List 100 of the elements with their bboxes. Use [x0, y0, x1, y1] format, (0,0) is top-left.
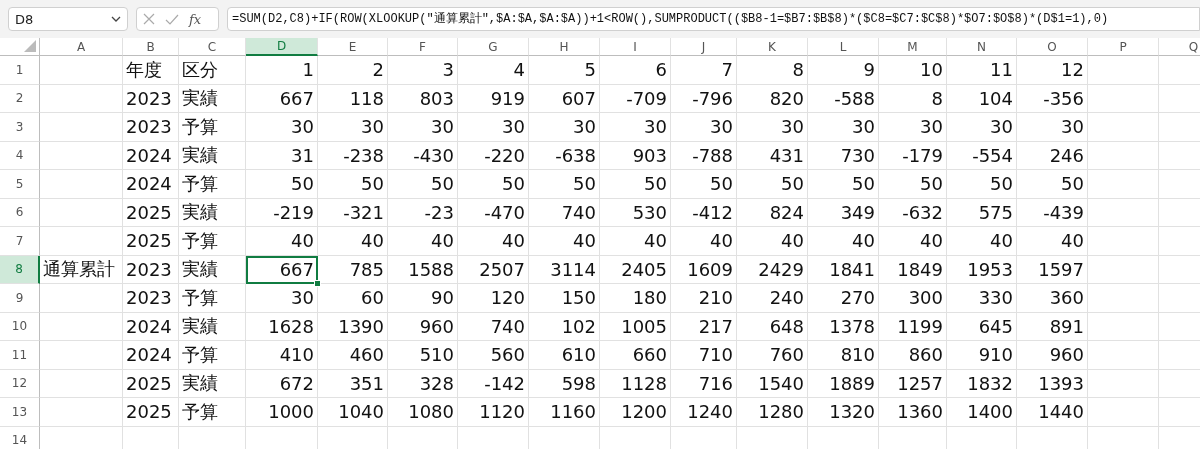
column-header[interactable]: N [947, 38, 1017, 56]
table-cell-text: 40 [501, 229, 526, 254]
table-cell-text: 予算 [181, 285, 219, 310]
formula-field[interactable]: =SUM(D2,C8)+IF(ROW(XLOOKUP("通算累計",$A:$A,$A:$A))+1<ROW(),SUMPRODUCT(($B8-1=$B7:$B$8)*($C8=$C7:$C$8)*$O7:$O$8)*(D$1=1),0) [227, 7, 1200, 31]
table-cell-text: 960 [418, 314, 455, 339]
column-header[interactable]: F [388, 38, 458, 56]
table-cell-text: -142 [483, 371, 526, 396]
table-cell-text: 1393 [1037, 371, 1085, 396]
table-cell-text: 8 [791, 58, 805, 83]
table-cell-text: 30 [851, 115, 876, 140]
column-header[interactable]: L [808, 38, 879, 56]
table-cell-text: 1160 [549, 400, 597, 425]
table-cell-text: 903 [631, 143, 668, 168]
name-box[interactable]: D8 [8, 7, 128, 31]
table-cell-text: 予算 [181, 114, 219, 139]
column-header[interactable]: A [40, 38, 123, 56]
table-cell-text: 1597 [1037, 257, 1085, 282]
table-cell-text: 50 [989, 172, 1014, 197]
table-cell-text: 予算 [181, 228, 219, 253]
table-cell-text: 1953 [966, 257, 1014, 282]
table-cell-text: 9 [862, 58, 876, 83]
table-cell-text: 351 [348, 371, 385, 396]
column-header[interactable]: E [318, 38, 388, 56]
table-cell-text: 30 [290, 286, 315, 311]
column-header[interactable]: H [529, 38, 600, 56]
table-cell-text: -632 [901, 200, 944, 225]
cancel-icon[interactable] [143, 13, 155, 25]
table-cell-text: 104 [977, 86, 1014, 111]
table-cell-text: 通算累計 [42, 257, 116, 282]
table-cell-text: 246 [1048, 143, 1085, 168]
column-header[interactable]: I [600, 38, 671, 56]
column-header[interactable]: J [671, 38, 737, 56]
table-cell-text: 実績 [181, 200, 219, 225]
table-cell-text: 1841 [828, 257, 876, 282]
table-cell-text: 10 [919, 58, 944, 83]
insert-function-button[interactable]: fx [189, 11, 202, 27]
column-header[interactable]: C [179, 38, 246, 56]
table-cell-text: 40 [1060, 229, 1085, 254]
column-header[interactable]: M [879, 38, 947, 56]
table-cell-text: 891 [1048, 314, 1085, 339]
table-cell-text: 年度 [125, 57, 163, 82]
table-cell-text: -412 [691, 200, 734, 225]
table-cell-text: 実績 [181, 257, 219, 282]
table-cell-text: 40 [851, 229, 876, 254]
table-cell-text: 50 [709, 172, 734, 197]
column-header[interactable]: G [458, 38, 529, 56]
table-cell-text: 2429 [757, 257, 805, 282]
row-header[interactable]: 8 [0, 255, 40, 284]
column-header[interactable]: K [737, 38, 808, 56]
table-cell-text: 12 [1060, 58, 1085, 83]
table-cell-text: 1360 [896, 400, 944, 425]
table-cell-text: 460 [348, 343, 385, 368]
table-cell-text: 4 [512, 58, 526, 83]
table-cell-text: -638 [554, 143, 597, 168]
table-cell-text: 40 [989, 229, 1014, 254]
table-cell-text: 50 [290, 172, 315, 197]
table-cell-text: 50 [430, 172, 455, 197]
table-cell-text: 2025 [125, 200, 173, 225]
table-cell-text: 60 [360, 286, 385, 311]
table-cell-text: 50 [572, 172, 597, 197]
table-cell-text: 328 [418, 371, 455, 396]
table-cell-text: 50 [851, 172, 876, 197]
table-cell-text: 1240 [686, 400, 734, 425]
check-icon[interactable] [165, 13, 179, 25]
table-cell-text: 1609 [686, 257, 734, 282]
table-cell-text: -179 [901, 143, 944, 168]
column-header[interactable]: B [123, 38, 179, 56]
column-header[interactable]: P [1088, 38, 1159, 56]
table-cell-text: 30 [360, 115, 385, 140]
table-cell-text: 1320 [828, 400, 876, 425]
table-cell-text: 716 [697, 371, 734, 396]
column-header[interactable]: D [246, 38, 318, 56]
table-cell-text: 1540 [757, 371, 805, 396]
table-cell-text: 予算 [181, 399, 219, 424]
table-cell-text: 120 [489, 286, 526, 311]
table-cell-text: 760 [768, 343, 805, 368]
table-cell-text: 1257 [896, 371, 944, 396]
table-cell-text: 300 [907, 286, 944, 311]
table-cell-text: 910 [977, 343, 1014, 368]
table-cell-text: 2024 [125, 172, 173, 197]
column-header[interactable]: O [1017, 38, 1088, 56]
table-cell-text: 210 [697, 286, 734, 311]
table-cell-text: 820 [768, 86, 805, 111]
table-cell-text: -219 [272, 200, 315, 225]
table-cell-text: 1199 [896, 314, 944, 339]
table-cell-text: 7 [720, 58, 734, 83]
table-cell-text: 2024 [125, 143, 173, 168]
table-cell-text: 2 [371, 58, 385, 83]
table-cell-text: 区分 [181, 57, 219, 82]
select-all-icon[interactable] [24, 40, 36, 52]
table-cell-text: 217 [697, 314, 734, 339]
table-cell-text: 610 [560, 343, 597, 368]
table-cell-text: -588 [833, 86, 876, 111]
table-cell-text: 1440 [1037, 400, 1085, 425]
table-cell-text: 349 [839, 200, 876, 225]
table-cell-text: 5 [583, 58, 597, 83]
table-cell-text: 30 [643, 115, 668, 140]
table-cell-text: 実績 [181, 86, 219, 111]
fill-handle[interactable] [314, 280, 321, 287]
table-cell-text: 510 [418, 343, 455, 368]
